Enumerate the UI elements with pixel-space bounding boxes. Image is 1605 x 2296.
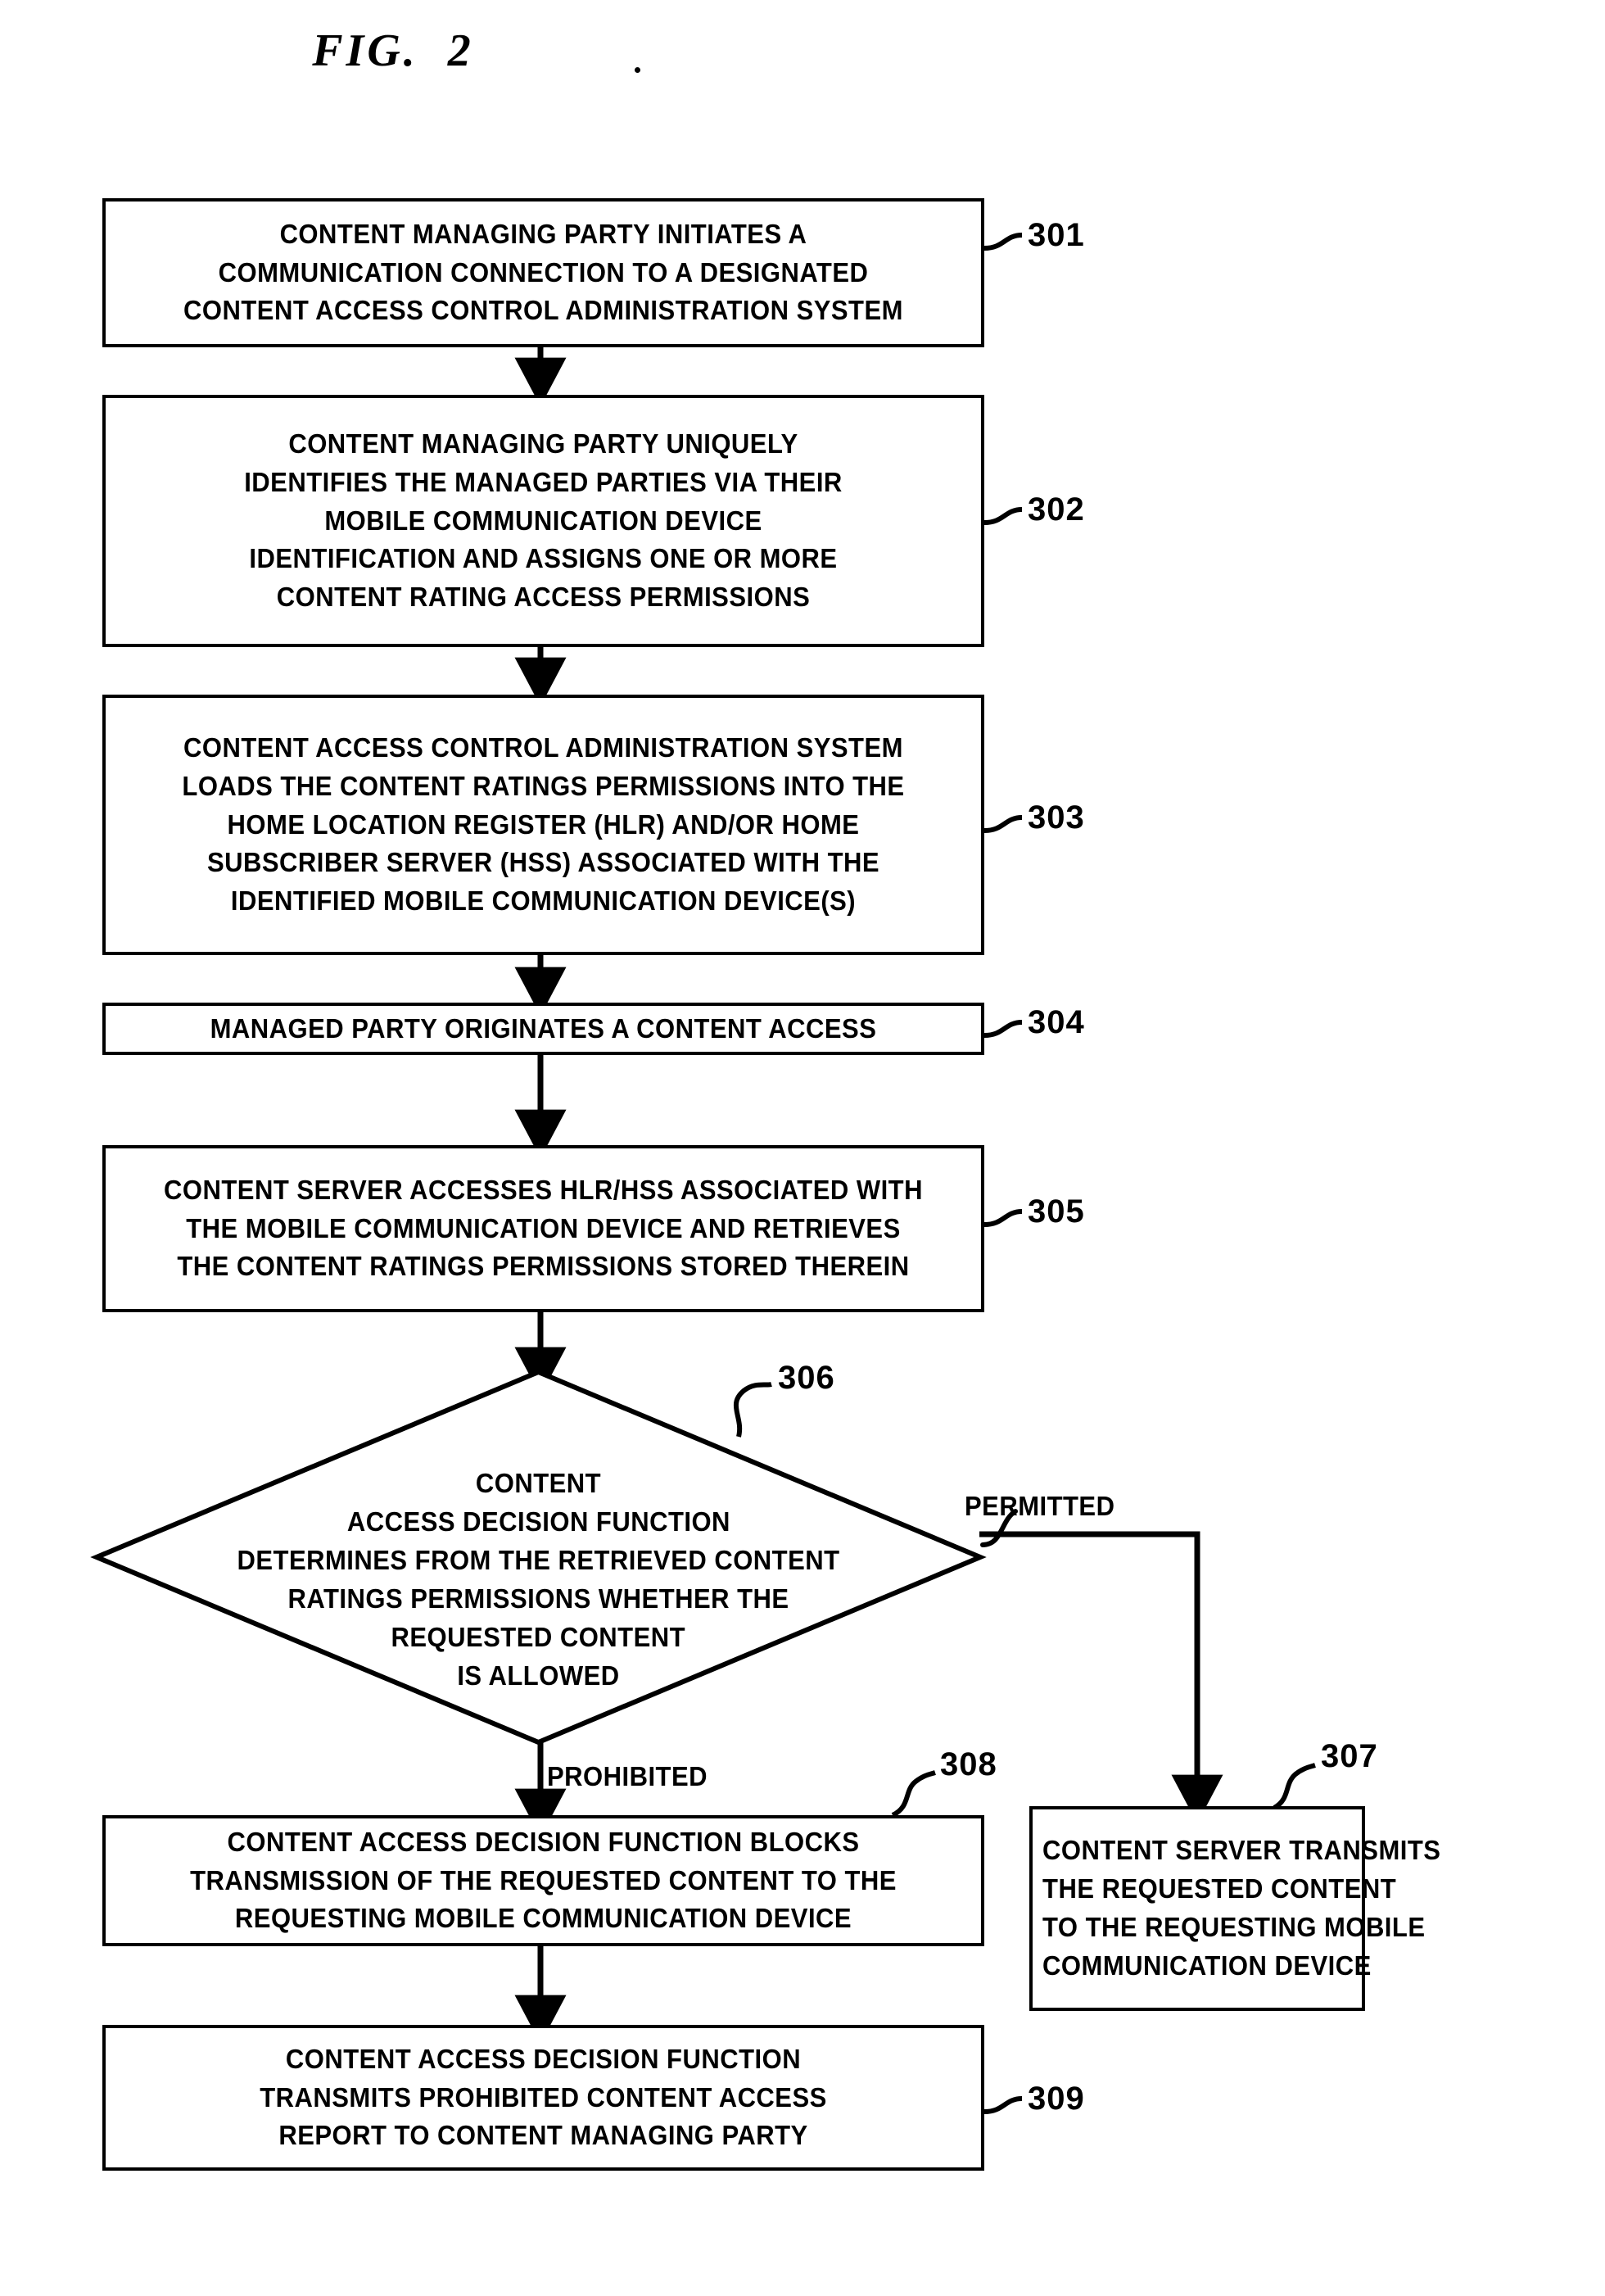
reference-numeral-302: 302: [1028, 491, 1085, 528]
box-304-line-1: MANAGED PARTY ORIGINATES A CONTENT ACCES…: [210, 1012, 877, 1044]
box-302-line-1: CONTENT MANAGING PARTY UNIQUELY: [288, 428, 798, 459]
box-307-line-2: THE REQUESTED CONTENT: [1042, 1873, 1397, 1904]
process-box-304[interactable]: MANAGED PARTY ORIGINATES A CONTENT ACCES…: [102, 1003, 984, 1055]
reference-numeral-307: 307: [1321, 1738, 1378, 1774]
process-box-303[interactable]: CONTENT ACCESS CONTROL ADMINISTRATION SY…: [102, 695, 984, 955]
process-box-301[interactable]: CONTENT MANAGING PARTY INITIATES A COMMU…: [102, 198, 984, 347]
box-308-line-3: REQUESTING MOBILE COMMUNICATION DEVICE: [234, 1903, 852, 1934]
box-302-line-2: IDENTIFIES THE MANAGED PARTIES VIA THEIR: [244, 466, 843, 497]
box-307-line-4: COMMUNICATION DEVICE: [1042, 1950, 1372, 1981]
diamond-306-line-5: REQUESTED CONTENT: [391, 1621, 686, 1652]
diamond-306-line-4: RATINGS PERMISSIONS WHETHER THE: [287, 1583, 789, 1614]
diamond-306-line-1: CONTENT: [475, 1468, 602, 1499]
branch-label-prohibited: PROHIBITED: [547, 1761, 708, 1791]
box-302-line-5: CONTENT RATING ACCESS PERMISSIONS: [276, 582, 811, 613]
process-box-302[interactable]: CONTENT MANAGING PARTY UNIQUELY IDENTIFI…: [102, 395, 984, 647]
reference-numeral-308: 308: [940, 1746, 997, 1782]
reference-numeral-309: 309: [1028, 2081, 1085, 2117]
figure-title-stray-mark: [635, 67, 640, 73]
decision-diamond-306[interactable]: CONTENT ACCESS DECISION FUNCTION DETERMI…: [90, 1369, 987, 1746]
box-307-line-1: CONTENT SERVER TRANSMITS: [1042, 1835, 1441, 1866]
reference-numeral-301: 301: [1028, 217, 1085, 253]
reference-numeral-305: 305: [1028, 1193, 1085, 1230]
box-308-line-2: TRANSMISSION OF THE REQUESTED CONTENT TO…: [190, 1864, 897, 1895]
box-302-line-3: MOBILE COMMUNICATION DEVICE: [324, 505, 762, 536]
box-303-line-3: HOME LOCATION REGISTER (HLR) AND/OR HOME: [227, 808, 860, 840]
reference-numeral-306: 306: [778, 1360, 835, 1396]
box-309-line-3: REPORT TO CONTENT MANAGING PARTY: [278, 2120, 808, 2151]
branch-label-permitted: PERMITTED: [965, 1491, 1115, 1521]
box-305-line-1: CONTENT SERVER ACCESSES HLR/HSS ASSOCIAT…: [164, 1174, 923, 1205]
box-308-line-1: CONTENT ACCESS DECISION FUNCTION BLOCKS: [227, 1826, 860, 1857]
box-302-line-4: IDENTIFICATION AND ASSIGNS ONE OR MORE: [249, 543, 838, 574]
process-box-305[interactable]: CONTENT SERVER ACCESSES HLR/HSS ASSOCIAT…: [102, 1145, 984, 1312]
box-309-line-1: CONTENT ACCESS DECISION FUNCTION: [285, 2043, 802, 2074]
box-305-line-3: THE CONTENT RATINGS PERMISSIONS STORED T…: [177, 1251, 910, 1282]
reference-numeral-304: 304: [1028, 1004, 1085, 1040]
box-305-line-2: THE MOBILE COMMUNICATION DEVICE AND RETR…: [186, 1212, 901, 1243]
process-box-309[interactable]: CONTENT ACCESS DECISION FUNCTION TRANSMI…: [102, 2025, 984, 2171]
process-box-307[interactable]: CONTENT SERVER TRANSMITS THE REQUESTED C…: [1029, 1806, 1441, 2011]
figure-title: FIG. 2: [312, 25, 474, 76]
box-309-line-2: TRANSMITS PROHIBITED CONTENT ACCESS: [260, 2081, 827, 2113]
box-301-line-1: CONTENT MANAGING PARTY INITIATES A: [279, 218, 807, 249]
reference-numeral-303: 303: [1028, 799, 1085, 836]
box-303-line-1: CONTENT ACCESS CONTROL ADMINISTRATION SY…: [183, 731, 903, 763]
diamond-306-line-6: IS ALLOWED: [457, 1660, 620, 1691]
box-303-line-5: IDENTIFIED MOBILE COMMUNICATION DEVICE(S…: [230, 885, 857, 917]
box-301-line-2: COMMUNICATION CONNECTION TO A DESIGNATED: [218, 256, 869, 288]
box-303-line-2: LOADS THE CONTENT RATINGS PERMISSIONS IN…: [182, 770, 905, 801]
box-301-line-3: CONTENT ACCESS CONTROL ADMINISTRATION SY…: [183, 295, 903, 326]
box-307-line-3: TO THE REQUESTING MOBILE: [1042, 1912, 1426, 1942]
patent-figure: FIG. 2 CONTENT MANAGING PARTY INITIATES …: [0, 0, 1605, 2296]
box-303-line-4: SUBSCRIBER SERVER (HSS) ASSOCIATED WITH …: [206, 847, 880, 878]
process-box-308[interactable]: CONTENT ACCESS DECISION FUNCTION BLOCKS …: [102, 1815, 984, 1946]
diamond-306-line-3: DETERMINES FROM THE RETRIEVED CONTENT: [237, 1545, 840, 1576]
diamond-306-line-2: ACCESS DECISION FUNCTION: [346, 1506, 730, 1537]
